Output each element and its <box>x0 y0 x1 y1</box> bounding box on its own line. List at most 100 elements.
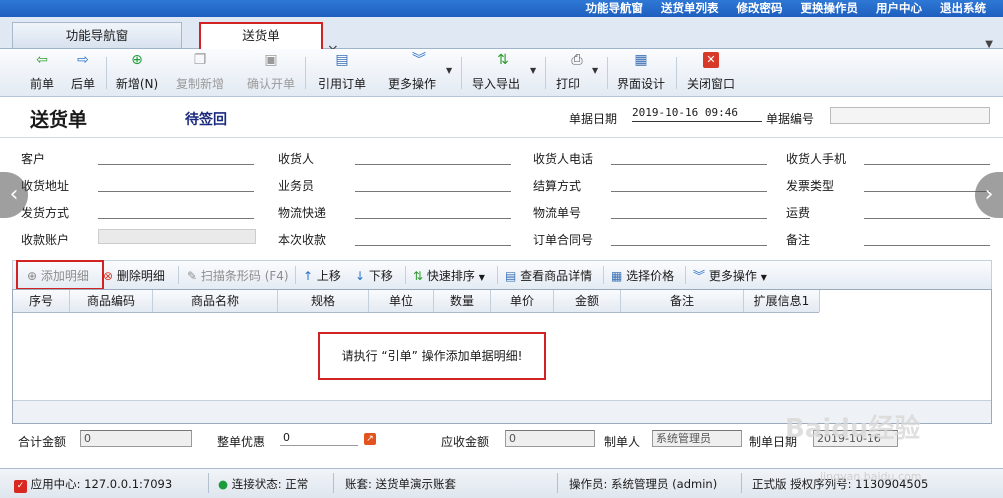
copy-new-button[interactable]: ❐ 复制新增 <box>174 52 226 92</box>
label-address: 收货地址 <box>21 179 70 193</box>
chevrons-down-icon: ︾ <box>412 52 426 68</box>
col-product-name[interactable]: 商品名称 <box>153 290 278 312</box>
col-seq[interactable]: 序号 <box>13 290 70 312</box>
topnav-exit-system[interactable]: 退出系统 <box>931 0 995 17</box>
topnav-user-center[interactable]: 用户中心 <box>867 0 931 17</box>
label-customer: 客户 <box>21 152 46 166</box>
tab-delivery-note[interactable]: 送货单 <box>199 22 323 52</box>
print-button[interactable]: ⎙ 打印 ▼ <box>554 52 600 92</box>
field-current-payment[interactable] <box>355 231 511 246</box>
col-quantity[interactable]: 数量 <box>434 290 491 312</box>
col-unit-price[interactable]: 单价 <box>491 290 554 312</box>
new-button[interactable]: ⊕ 新增(N) <box>114 52 160 92</box>
main-toolbar: ⇦ 前单 ⇨ 后单 ⊕ 新增(N) ❐ 复制新增 ▣ 确认开单 ▤ 引用订单 ︾… <box>0 49 1003 97</box>
field-receiver-mobile[interactable] <box>864 150 990 165</box>
reference-order-button[interactable]: ▤ 引用订单 <box>316 52 368 92</box>
app-logo-icon: ✓ <box>14 480 27 493</box>
label-remark: 备注 <box>786 233 811 247</box>
label-payment-account: 收款账户 <box>21 233 70 247</box>
col-ext-info-1[interactable]: 扩展信息1 <box>744 290 820 312</box>
discount-calc-icon[interactable]: ↗ <box>364 433 376 445</box>
maker-label: 制单人 <box>604 435 641 449</box>
field-receiver[interactable] <box>355 150 511 165</box>
arrow-left-icon: ⇦ <box>36 52 48 68</box>
top-navigation-bar: 功能导航窗 送货单列表 修改密码 更换操作员 用户中心 退出系统 <box>0 0 1003 17</box>
col-remark[interactable]: 备注 <box>621 290 744 312</box>
field-tracking-number[interactable] <box>611 204 767 219</box>
select-price-button[interactable]: ▦ 选择价格 <box>611 267 674 284</box>
label-courier: 物流快递 <box>278 206 327 220</box>
document-title: 送货单 <box>30 109 88 131</box>
doc-date-label: 单据日期 <box>569 112 618 126</box>
label-current-payment: 本次收款 <box>278 233 327 247</box>
maker-field: 系统管理员 <box>652 430 742 447</box>
confirm-order-button[interactable]: ▣ 确认开单 <box>245 52 297 92</box>
doc-date-field[interactable]: 2019-10-16 09:46 <box>632 106 762 122</box>
topnav-change-operator[interactable]: 更换操作员 <box>792 0 868 17</box>
field-settlement[interactable] <box>611 177 767 192</box>
field-freight[interactable] <box>864 204 990 219</box>
tab-strip: 功能导航窗 送货单 × ▼ <box>0 17 1003 58</box>
col-spec[interactable]: 规格 <box>278 290 369 312</box>
layout-icon: ▦ <box>634 52 648 68</box>
copy-icon: ❐ <box>193 52 207 68</box>
label-invoice-type: 发票类型 <box>786 179 835 193</box>
detail-grid[interactable]: 序号 商品编码 商品名称 规格 单位 数量 单价 金额 备注 扩展信息1 请执行… <box>12 289 992 424</box>
close-window-button[interactable]: ✕ 关闭窗口 <box>685 52 737 92</box>
col-amount[interactable]: 金额 <box>554 290 621 312</box>
view-product-details-button[interactable]: ▤ 查看商品详情 <box>505 267 592 284</box>
dropdown-arrow-icon: ▼ <box>446 66 453 75</box>
field-address[interactable] <box>98 177 254 192</box>
tab-nav-window[interactable]: 功能导航窗 <box>12 22 182 48</box>
price-icon: ▦ <box>611 269 623 283</box>
plus-circle-icon: ⊕ <box>131 52 143 68</box>
printer-icon: ⎙ <box>571 52 583 68</box>
detail-toolbar: ⊕ 添加明细 ⊗ 删除明细 ✎ 扫描条形码 (F4) ↑ 上移 ↓ 下移 ⇅ 快… <box>12 260 992 290</box>
col-product-code[interactable]: 商品编码 <box>70 290 153 312</box>
doc-number-field <box>830 107 990 124</box>
next-doc-button[interactable]: ⇨ 后单 <box>69 52 97 92</box>
prev-doc-button[interactable]: ⇦ 前单 <box>28 52 56 92</box>
chevrons-down-icon: ︾ <box>693 269 706 283</box>
field-contract-number[interactable] <box>611 231 767 246</box>
more-actions-button[interactable]: ︾ 更多操作 ▼ <box>386 52 452 92</box>
close-window-icon: ✕ <box>703 52 719 68</box>
move-down-button[interactable]: ↓ 下移 <box>355 267 393 284</box>
account-status: 账套: 送货单演示账套 <box>345 477 457 491</box>
delete-detail-button[interactable]: ⊗ 删除明细 <box>103 267 165 284</box>
operator-status: 操作员: 系统管理员 (admin) <box>569 477 718 491</box>
field-customer[interactable] <box>98 150 254 165</box>
col-unit[interactable]: 单位 <box>369 290 434 312</box>
arrow-up-icon: ↑ <box>303 269 314 283</box>
import-export-button[interactable]: ⇅ 导入导出 ▼ <box>470 52 536 92</box>
detail-more-actions-button[interactable]: ︾ 更多操作 ▼ <box>693 267 767 284</box>
discount-field[interactable]: 0 <box>280 430 358 446</box>
label-receiver-mobile: 收货人手机 <box>786 152 847 166</box>
barcode-icon: ✎ <box>187 269 198 283</box>
label-receiver-phone: 收货人电话 <box>533 152 594 166</box>
move-up-button[interactable]: ↑ 上移 <box>303 267 341 284</box>
field-remark[interactable] <box>864 231 990 246</box>
dropdown-arrow-icon: ▼ <box>760 273 767 282</box>
topnav-delivery-list[interactable]: 送货单列表 <box>652 0 728 17</box>
arrow-down-icon: ↓ <box>355 269 366 283</box>
field-payment-account[interactable] <box>98 229 256 244</box>
field-receiver-phone[interactable] <box>611 150 767 165</box>
field-courier[interactable] <box>355 204 511 219</box>
field-invoice-type[interactable] <box>864 177 990 192</box>
ui-design-button[interactable]: ▦ 界面设计 <box>615 52 667 92</box>
delete-icon: ⊗ <box>103 269 114 283</box>
scan-barcode-button[interactable]: ✎ 扫描条形码 (F4) <box>187 267 289 284</box>
connection-status: ● 连接状态: 正常 <box>218 477 309 491</box>
add-detail-highlight <box>16 260 104 290</box>
topnav-nav-window[interactable]: 功能导航窗 <box>577 0 653 17</box>
topnav-change-password[interactable]: 修改密码 <box>728 0 792 17</box>
quick-sort-button[interactable]: ⇅ 快速排序 ▼ <box>413 267 485 284</box>
header-form: 客户 收货人 收货人电话 收货人手机 收货地址 业务员 结算方式 发票类型 发货… <box>0 142 1003 257</box>
document-icon: ▤ <box>335 52 349 68</box>
receivable-field: 0 <box>505 430 595 447</box>
field-salesperson[interactable] <box>355 177 511 192</box>
arrow-right-icon: ⇨ <box>77 52 89 68</box>
details-icon: ▤ <box>505 269 517 283</box>
field-shipping-method[interactable] <box>98 204 254 219</box>
